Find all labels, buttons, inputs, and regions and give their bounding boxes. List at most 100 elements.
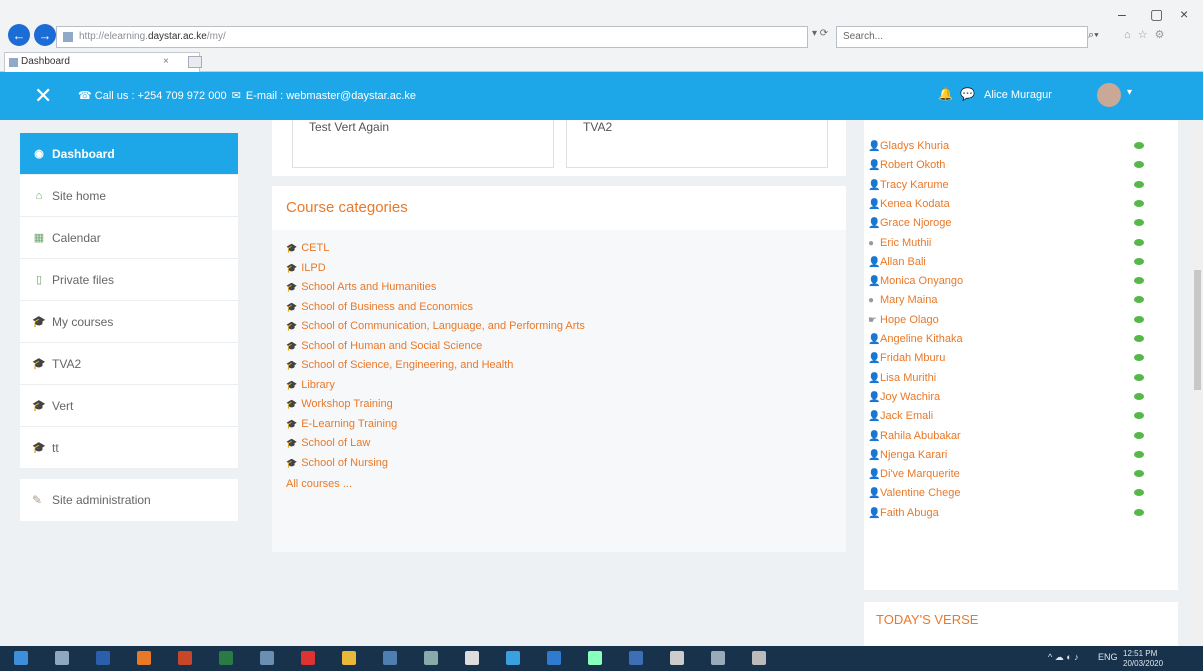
message-icon[interactable] (1134, 450, 1144, 458)
minimize-button[interactable]: – (1118, 6, 1126, 22)
category-link[interactable]: 🎓 School of Human and Social Science (286, 340, 846, 360)
message-icon[interactable] (1134, 219, 1144, 227)
message-icon[interactable] (1134, 238, 1144, 246)
nav-item-tt[interactable]: 🎓 tt (20, 427, 238, 469)
online-user[interactable]: ☛ Hope Olago (864, 312, 1178, 331)
message-icon[interactable] (1134, 142, 1144, 149)
app-icon[interactable] (424, 651, 438, 665)
category-label[interactable]: School of Communication, Language, and P… (301, 320, 585, 332)
user-name-link[interactable]: Njenga Karari (880, 449, 947, 461)
message-icon[interactable] (1134, 161, 1144, 169)
category-label[interactable]: Workshop Training (301, 398, 393, 410)
user-name-link[interactable]: Robert Okoth (880, 159, 945, 171)
nav-item-dashboard[interactable]: ◉ Dashboard (20, 133, 238, 175)
category-link[interactable]: 🎓 Library (286, 379, 846, 399)
message-icon[interactable] (1134, 508, 1144, 516)
category-label[interactable]: School of Nursing (301, 457, 388, 469)
user-name-link[interactable]: Kenea Kodata (880, 198, 950, 210)
avatar[interactable] (1097, 83, 1121, 107)
user-name-link[interactable]: Mary Maina (880, 294, 937, 306)
task-view-icon[interactable] (55, 651, 69, 665)
message-icon[interactable] (1134, 412, 1144, 420)
search-icon[interactable]: ⌕▾ (1088, 29, 1099, 42)
category-link[interactable]: 🎓 School of Science, Engineering, and Hea… (286, 359, 846, 379)
online-user[interactable]: 👤 Di've Marquerite (864, 466, 1178, 485)
online-user[interactable]: 👤 Jack Emali (864, 408, 1178, 427)
online-user[interactable]: 👤 Grace Njoroge (864, 215, 1178, 234)
category-label[interactable]: CETL (301, 242, 329, 254)
online-user[interactable]: 👤 Njenga Karari (864, 447, 1178, 466)
online-user[interactable]: 👤 Fridah Mburu (864, 350, 1178, 369)
message-icon[interactable] (1134, 392, 1144, 400)
category-label[interactable]: School Arts and Humanities (301, 281, 436, 293)
message-icon[interactable] (1134, 470, 1144, 478)
course-card-title[interactable]: TVA2 (583, 120, 612, 134)
category-link[interactable]: 🎓 E-Learning Training (286, 418, 846, 438)
nav-item-tva2[interactable]: 🎓 TVA2 (20, 343, 238, 385)
app-icon[interactable] (547, 651, 561, 665)
message-icon[interactable] (1134, 431, 1144, 439)
refresh-icon[interactable]: ▾ ⟳ (812, 28, 828, 39)
user-name-link[interactable]: Joy Wachira (880, 391, 940, 403)
category-link[interactable]: 🎓 School of Communication, Language, and … (286, 320, 846, 340)
firefox-icon[interactable] (137, 651, 151, 665)
edge-icon[interactable] (506, 651, 520, 665)
windows-start-icon[interactable] (14, 651, 28, 665)
app-icon[interactable] (711, 651, 725, 665)
user-name-link[interactable]: Rahila Abubakar (880, 430, 961, 442)
chat-icon[interactable]: 💬 (960, 87, 975, 101)
online-user[interactable]: 👤 Lisa Murithi (864, 370, 1178, 389)
online-user[interactable]: 👤 Allan Bali (864, 254, 1178, 273)
user-name-link[interactable]: Faith Abuga (880, 507, 939, 519)
online-user[interactable]: 👤 Angeline Kithaka (864, 331, 1178, 350)
folder-icon[interactable] (342, 651, 356, 665)
user-name-link[interactable]: Gladys Khuria (880, 140, 949, 152)
user-name-link[interactable]: Hope Olago (880, 314, 939, 326)
user-name-link[interactable]: Grace Njoroge (880, 217, 952, 229)
course-card[interactable]: Test Vert Again (292, 120, 554, 168)
user-name-link[interactable]: Di've Marquerite (880, 468, 960, 480)
message-icon[interactable] (1134, 277, 1144, 285)
user-name-link[interactable]: Valentine Chege (880, 487, 961, 499)
app-icon[interactable] (383, 651, 397, 665)
online-user[interactable]: 👤 Joy Wachira (864, 389, 1178, 408)
online-user[interactable]: ● Eric Muthii (864, 235, 1178, 254)
message-icon[interactable] (1134, 489, 1144, 497)
category-link[interactable]: 🎓 School of Business and Economics (286, 301, 846, 321)
online-user[interactable]: ● Mary Maina (864, 292, 1178, 311)
category-label[interactable]: School of Law (301, 437, 370, 449)
app-icon[interactable] (260, 651, 274, 665)
back-button[interactable]: ← (8, 24, 30, 46)
category-link[interactable]: 🎓 Workshop Training (286, 398, 846, 418)
address-bar[interactable]: http://elearning.daystar.ac.ke/my/ (56, 26, 808, 48)
nav-item-private-files[interactable]: ▯ Private files (20, 259, 238, 301)
nav-item-site-administration[interactable]: ✎ Site administration (20, 479, 238, 521)
user-name-link[interactable]: Tracy Karume (880, 179, 949, 191)
online-user[interactable]: 👤 Monica Onyango (864, 273, 1178, 292)
email-text[interactable]: E-mail : webmaster@daystar.ac.ke (246, 90, 416, 102)
user-name[interactable]: Alice Muragur (984, 89, 1052, 101)
user-name-link[interactable]: Jack Emali (880, 410, 933, 422)
user-name-link[interactable]: Monica Onyango (880, 275, 963, 287)
message-icon[interactable] (1134, 315, 1144, 323)
user-name-link[interactable]: Angeline Kithaka (880, 333, 963, 345)
message-icon[interactable] (1134, 354, 1144, 362)
close-icon[interactable]: ✕ (34, 83, 52, 109)
online-user[interactable]: 👤 Rahila Abubakar (864, 428, 1178, 447)
excel-icon[interactable] (219, 651, 233, 665)
search-input[interactable]: Search... (836, 26, 1088, 48)
page-scrollbar[interactable] (1192, 120, 1203, 646)
favorites-icons[interactable]: ⌂ ☆ ⚙ (1124, 28, 1166, 41)
chevron-down-icon[interactable]: ▾ (1127, 87, 1132, 98)
acrobat-icon[interactable] (301, 651, 315, 665)
user-name-link[interactable]: Allan Bali (880, 256, 926, 268)
user-name-link[interactable]: Eric Muthii (880, 237, 931, 249)
message-icon[interactable] (1134, 335, 1144, 342)
bell-icon[interactable]: 🔔 (938, 87, 953, 101)
online-user[interactable]: 👤 Valentine Chege (864, 485, 1178, 504)
settings-icon[interactable] (465, 651, 479, 665)
scrollbar-thumb[interactable] (1194, 270, 1201, 390)
nav-item-calendar[interactable]: ▦ Calendar (20, 217, 238, 259)
app-icon[interactable] (588, 651, 602, 665)
message-icon[interactable] (1134, 257, 1144, 265)
